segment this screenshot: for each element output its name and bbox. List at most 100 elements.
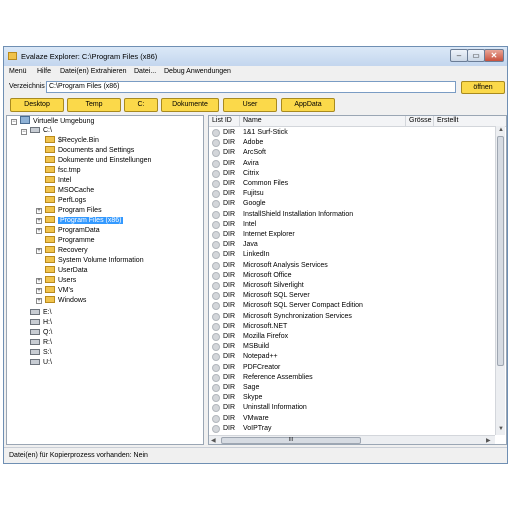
- tree-drive[interactable]: S:\: [30, 348, 52, 358]
- list-row[interactable]: DIR 1&1 Surf-Stick: [209, 128, 494, 138]
- tree-folder[interactable]: System Volume Information: [45, 256, 144, 266]
- appdata-button[interactable]: AppData: [281, 98, 335, 112]
- scroll-up-icon[interactable]: ▲: [498, 127, 504, 133]
- collapse-icon[interactable]: −: [21, 129, 27, 135]
- expand-icon[interactable]: +: [36, 208, 42, 214]
- list-row[interactable]: DIR Uninstall Information: [209, 403, 494, 413]
- scroll-down-icon[interactable]: ▼: [498, 426, 504, 432]
- open-button[interactable]: öffnen: [461, 81, 505, 94]
- tree-folder[interactable]: Users: [45, 276, 76, 286]
- menu-debug[interactable]: Debug Anwendungen: [164, 68, 231, 75]
- list-row[interactable]: DIR Internet Explorer: [209, 230, 494, 240]
- list-row[interactable]: DIR Adobe: [209, 138, 494, 148]
- expand-icon[interactable]: +: [36, 248, 42, 254]
- horizontal-scrollbar[interactable]: ◀ III ▶: [209, 435, 495, 444]
- user-button[interactable]: User: [223, 98, 277, 112]
- column-divider[interactable]: [405, 116, 406, 126]
- temp-button[interactable]: Temp: [67, 98, 121, 112]
- column-divider[interactable]: [433, 116, 434, 126]
- tree-folder[interactable]: Intel: [45, 176, 71, 186]
- list-row[interactable]: DIR Common Files: [209, 179, 494, 189]
- tree-folder[interactable]: fsc.tmp: [45, 166, 81, 176]
- list-row[interactable]: DIR Microsoft Analysis Services: [209, 261, 494, 271]
- list-row[interactable]: DIR Citrix: [209, 169, 494, 179]
- minimize-button[interactable]: –: [450, 49, 468, 62]
- column-size[interactable]: Grösse: [409, 117, 432, 124]
- row-name: Microsoft SQL Server: [243, 292, 310, 300]
- list-row[interactable]: DIR Microsoft SQL Server: [209, 291, 494, 301]
- tree-folder[interactable]: Programme: [45, 236, 95, 246]
- folder-tree[interactable]: − Virtuelle Umgebung − C:\ $Recycle.Bin …: [6, 115, 204, 445]
- tree-drive[interactable]: Q:\: [30, 328, 52, 338]
- collapse-icon[interactable]: −: [11, 119, 17, 125]
- tree-root[interactable]: Virtuelle Umgebung: [20, 116, 94, 126]
- scroll-right-icon[interactable]: ▶: [486, 437, 491, 444]
- tree-folder[interactable]: UserData: [45, 266, 88, 276]
- menu-menu[interactable]: Menü: [9, 68, 27, 75]
- list-row[interactable]: DIR Mozilla Firefox: [209, 332, 494, 342]
- menu-hilfe[interactable]: Hilfe: [37, 68, 51, 75]
- tree-folder[interactable]: ProgramData: [45, 226, 100, 236]
- directory-input[interactable]: C:\Program Files (x86): [46, 81, 456, 93]
- list-row[interactable]: DIR Skype: [209, 393, 494, 403]
- close-button[interactable]: ✕: [484, 49, 504, 62]
- tree-folder[interactable]: Recovery: [45, 246, 88, 256]
- list-row[interactable]: DIR PDFCreator: [209, 363, 494, 373]
- list-row[interactable]: DIR Fujitsu: [209, 189, 494, 199]
- list-row[interactable]: DIR Java: [209, 240, 494, 250]
- tree-folder[interactable]: VM's: [45, 286, 73, 296]
- list-row[interactable]: DIR Microsoft Office: [209, 271, 494, 281]
- list-row[interactable]: DIR Microsoft.NET: [209, 322, 494, 332]
- column-list-id[interactable]: List ID: [212, 117, 232, 124]
- list-row[interactable]: DIR Microsoft SQL Server Compact Edition: [209, 301, 494, 311]
- maximize-button[interactable]: ▭: [467, 49, 485, 62]
- title-bar[interactable]: Evalaze Explorer: C:\Program Files (x86)…: [4, 47, 507, 66]
- dokumente-button[interactable]: Dokumente: [161, 98, 219, 112]
- vertical-scroll-thumb[interactable]: [497, 136, 504, 366]
- tree-folder[interactable]: Dokumente und Einstellungen: [45, 156, 151, 166]
- tree-folder[interactable]: Documents and Settings: [45, 146, 134, 156]
- list-row[interactable]: DIR Notepad++: [209, 352, 494, 362]
- expand-icon[interactable]: +: [36, 228, 42, 234]
- expand-icon[interactable]: +: [36, 218, 42, 224]
- list-row[interactable]: DIR Sage: [209, 383, 494, 393]
- list-row[interactable]: DIR MSBuild: [209, 342, 494, 352]
- horizontal-scroll-thumb[interactable]: III: [221, 437, 361, 444]
- menu-extract[interactable]: Datei(en) Extrahieren: [60, 68, 127, 75]
- list-row[interactable]: DIR LinkedIn: [209, 250, 494, 260]
- file-list[interactable]: List ID Name Grösse Erstellt DIR 1&1 Surf…: [208, 115, 507, 445]
- list-row[interactable]: DIR Microsoft Silverlight: [209, 281, 494, 291]
- column-created[interactable]: Erstellt: [437, 117, 458, 124]
- list-row[interactable]: DIR Microsoft Synchronization Services: [209, 312, 494, 322]
- tree-folder-selected[interactable]: Program Files (x86): [45, 216, 124, 226]
- list-row[interactable]: DIR InstallShield Installation Informatio…: [209, 210, 494, 220]
- vertical-scrollbar[interactable]: ▲ ▼: [495, 126, 505, 435]
- desktop-button[interactable]: Desktop: [10, 98, 64, 112]
- menu-datei[interactable]: Datei...: [134, 68, 156, 75]
- column-name[interactable]: Name: [243, 117, 262, 124]
- tree-folder[interactable]: PerfLogs: [45, 196, 86, 206]
- c-drive-button[interactable]: C:: [124, 98, 158, 112]
- list-row[interactable]: DIR Google: [209, 199, 494, 209]
- expand-icon[interactable]: +: [36, 288, 42, 294]
- list-row[interactable]: DIR Avira: [209, 159, 494, 169]
- expand-icon[interactable]: +: [36, 298, 42, 304]
- tree-folder[interactable]: Program Files: [45, 206, 102, 216]
- list-row[interactable]: DIR VMware: [209, 414, 494, 424]
- tree-drive-c[interactable]: C:\: [30, 126, 52, 136]
- scroll-left-icon[interactable]: ◀: [211, 437, 216, 444]
- tree-drive[interactable]: R:\: [30, 338, 52, 348]
- list-row[interactable]: DIR Intel: [209, 220, 494, 230]
- tree-drive[interactable]: E:\: [30, 308, 52, 318]
- column-divider[interactable]: [239, 116, 240, 126]
- tree-folder[interactable]: $Recycle.Bin: [45, 136, 99, 146]
- tree-drive[interactable]: H:\: [30, 318, 52, 328]
- tree-folder[interactable]: Windows: [45, 296, 86, 306]
- list-row[interactable]: DIR VoIPTray: [209, 424, 494, 434]
- tree-folder[interactable]: MSOCache: [45, 186, 94, 196]
- list-row[interactable]: DIR Reference Assemblies: [209, 373, 494, 383]
- dir-status-icon: [212, 333, 220, 341]
- tree-drive[interactable]: U:\: [30, 358, 52, 368]
- list-row[interactable]: DIR ArcSoft: [209, 148, 494, 158]
- expand-icon[interactable]: +: [36, 278, 42, 284]
